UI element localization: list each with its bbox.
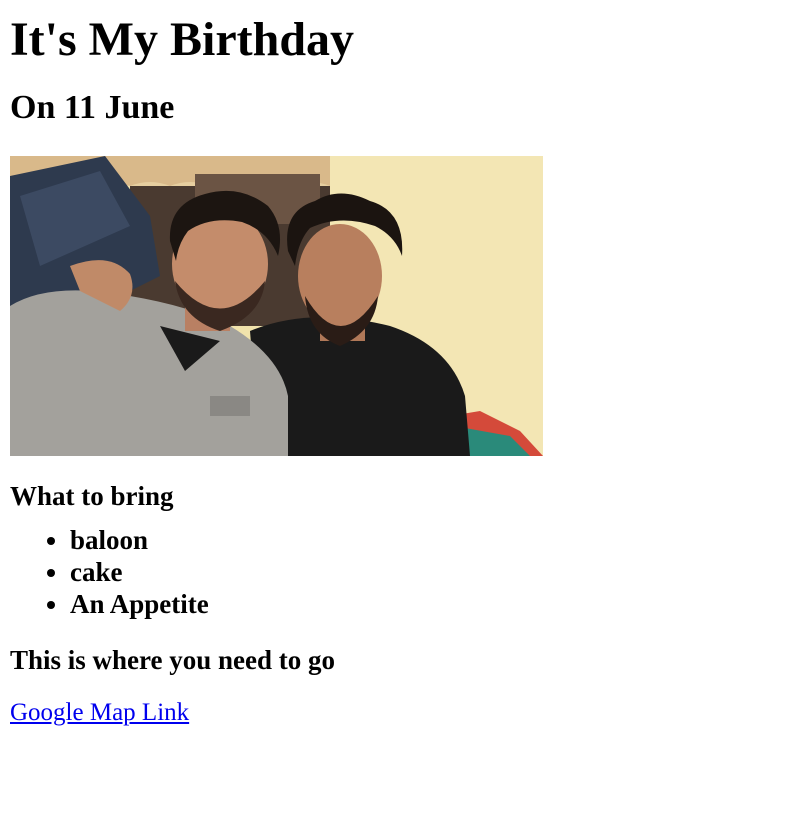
google-map-link[interactable]: Google Map Link (10, 698, 189, 728)
bring-heading: What to bring (10, 481, 174, 511)
photo-illustration (10, 156, 543, 456)
list-item: baloon (70, 524, 784, 556)
list-item: An Appetite (70, 588, 784, 620)
birthday-photo (10, 156, 543, 456)
location-heading: This is where you need to go (10, 645, 336, 675)
page-title: It's My Birthday (10, 13, 355, 66)
page-content: It's My Birthday On 11 June What to brin… (0, 12, 794, 728)
list-item: cake (70, 556, 784, 588)
bring-list: baloon cake An Appetite (10, 524, 784, 620)
event-date: On 11 June (10, 89, 175, 126)
